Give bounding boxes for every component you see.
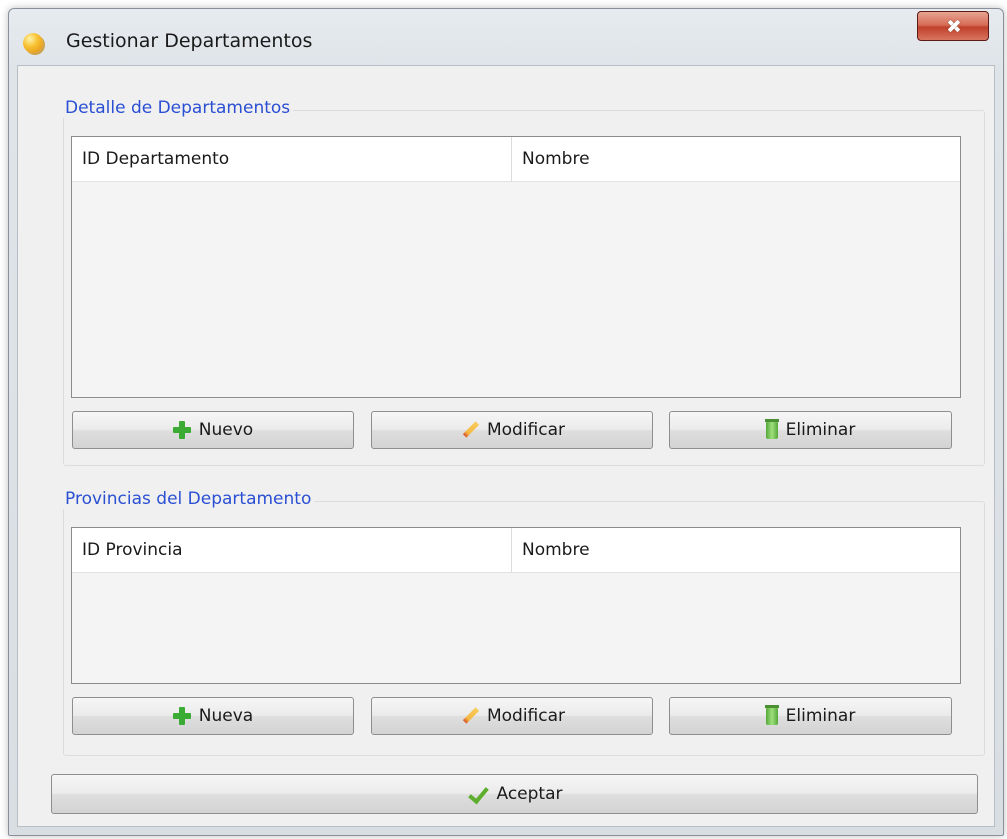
eliminar-label: Eliminar [785, 420, 856, 440]
app-icon [23, 33, 43, 53]
departamentos-group: Detalle de Departamentos ID Departamento… [62, 98, 985, 466]
nueva-provincia-button[interactable]: Nueva [72, 697, 354, 735]
modificar-label: Modificar [486, 706, 566, 726]
provincias-group-title: Provincias del Departamento [62, 489, 315, 509]
dialog-window: Gestionar Departamentos Detalle de Depar… [8, 8, 1004, 836]
title-bar[interactable]: Gestionar Departamentos [9, 9, 1003, 69]
pencil-icon [459, 420, 480, 440]
column-header-nombre[interactable]: Nombre [511, 528, 960, 572]
provincias-table-header: ID Provincia Nombre [72, 528, 960, 573]
check-icon [467, 782, 489, 805]
nuevo-label: Nuevo [198, 420, 254, 440]
nuevo-departamento-button[interactable]: Nuevo [72, 411, 354, 449]
aceptar-label: Aceptar [496, 784, 563, 804]
departamentos-table-header: ID Departamento Nombre [72, 137, 960, 182]
column-header-nombre[interactable]: Nombre [511, 137, 960, 181]
column-header-id-provincia[interactable]: ID Provincia [72, 528, 511, 572]
modificar-departamento-button[interactable]: Modificar [371, 411, 653, 449]
window-title: Gestionar Departamentos [66, 30, 313, 52]
plus-icon [172, 707, 191, 725]
nueva-label: Nueva [198, 706, 254, 726]
modificar-provincia-button[interactable]: Modificar [371, 697, 653, 735]
eliminar-departamento-button[interactable]: Eliminar [669, 411, 952, 449]
pencil-icon [459, 706, 480, 726]
column-header-id-departamento[interactable]: ID Departamento [72, 137, 511, 181]
provincias-group: Provincias del Departamento ID Provincia… [62, 489, 985, 756]
plus-icon [172, 421, 191, 439]
aceptar-button[interactable]: Aceptar [51, 774, 978, 814]
eliminar-label: Eliminar [785, 706, 856, 726]
departamentos-table[interactable]: ID Departamento Nombre [71, 136, 961, 398]
trash-icon [764, 418, 779, 439]
departamentos-group-title: Detalle de Departamentos [62, 98, 294, 118]
modificar-label: Modificar [486, 420, 566, 440]
trash-icon [764, 704, 779, 725]
close-button[interactable] [917, 11, 989, 41]
eliminar-provincia-button[interactable]: Eliminar [669, 697, 952, 735]
dialog-content: Detalle de Departamentos ID Departamento… [17, 65, 995, 827]
provincias-table[interactable]: ID Provincia Nombre [71, 527, 961, 684]
